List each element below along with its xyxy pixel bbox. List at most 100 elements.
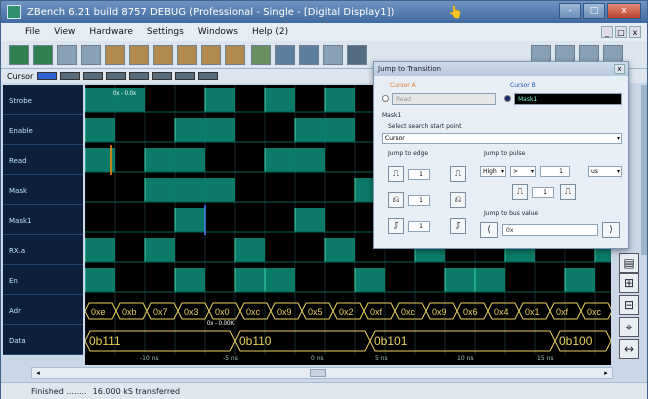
signal-name-mask[interactable]: Mask bbox=[3, 175, 83, 205]
time-tick: -10 ns bbox=[140, 355, 159, 362]
zoom-in-button[interactable] bbox=[251, 45, 271, 65]
expand-icon[interactable]: ⌖ bbox=[619, 317, 639, 337]
cursor-a-selector[interactable] bbox=[37, 72, 58, 80]
edge-button[interactable] bbox=[129, 45, 149, 65]
close-button[interactable]: x bbox=[607, 3, 641, 19]
adr-bus-value: 0x6 bbox=[463, 307, 478, 317]
signal-name-rxa[interactable]: RX.a bbox=[3, 235, 83, 265]
horizontal-scrollbar[interactable]: ◂ ▸ bbox=[31, 367, 613, 379]
cursor-tool-button[interactable] bbox=[323, 45, 343, 65]
cursor-b-radio[interactable] bbox=[504, 95, 511, 102]
signal-name-en[interactable]: En bbox=[3, 265, 83, 295]
menu-help[interactable]: Help (2) bbox=[252, 27, 288, 37]
menu-file[interactable]: File bbox=[25, 27, 40, 37]
fit-icon[interactable]: ↔ bbox=[619, 339, 639, 359]
cursor-a-signal-field[interactable]: Read bbox=[392, 93, 496, 105]
cursor-b-signal-field[interactable]: Mask1 bbox=[514, 93, 622, 105]
prev-any-edge-button[interactable]: ⎎ bbox=[388, 218, 404, 234]
prev-falling-edge-button[interactable]: ⎌ bbox=[388, 192, 404, 208]
signal-name-mask1[interactable]: Mask1 bbox=[3, 205, 83, 235]
cursor-g-selector[interactable] bbox=[175, 72, 196, 80]
export-button[interactable] bbox=[225, 45, 245, 65]
cursor-d-selector[interactable] bbox=[106, 72, 127, 80]
prev-pulse-button[interactable]: ⎍ bbox=[512, 184, 528, 200]
settings-button[interactable] bbox=[81, 45, 101, 65]
prev-rising-edge-button[interactable]: ⎍ bbox=[388, 166, 404, 182]
window-title: ZBench 6.21 build 8757 DEBUG (Profession… bbox=[27, 6, 395, 18]
zoom-out-icon[interactable]: ⊟ bbox=[619, 295, 639, 315]
edge-count-2[interactable]: 1 bbox=[408, 195, 430, 206]
minimize-button[interactable]: - bbox=[559, 3, 581, 19]
cursor-f-selector[interactable] bbox=[152, 72, 173, 80]
signal-name-enable[interactable]: Enable bbox=[3, 115, 83, 145]
scroll-right-icon[interactable]: ▸ bbox=[600, 368, 612, 378]
wave-high-segment bbox=[175, 208, 205, 232]
trigger-button[interactable] bbox=[105, 45, 125, 65]
next-any-edge-button[interactable]: ⎎ bbox=[450, 218, 466, 234]
pattern-button[interactable] bbox=[201, 45, 221, 65]
mdi-close-button[interactable]: x bbox=[629, 26, 641, 38]
adr-bus-value: 0x9 bbox=[432, 307, 447, 317]
cursor-b-selector[interactable] bbox=[60, 72, 81, 80]
time-tick: 10 ns bbox=[457, 355, 474, 362]
run-icon-button[interactable] bbox=[33, 45, 53, 65]
scroll-left-icon[interactable]: ◂ bbox=[32, 368, 44, 378]
search-start-dropdown[interactable]: Cursor bbox=[382, 133, 622, 144]
wave-high-segment bbox=[205, 88, 235, 112]
signal-name-strobe[interactable]: Strobe bbox=[3, 85, 83, 115]
prev-bus-value-button[interactable]: ⟨ bbox=[480, 222, 498, 238]
zoom-fit-button[interactable] bbox=[299, 45, 319, 65]
menu-settings[interactable]: Settings bbox=[147, 27, 184, 37]
wave-high-segment bbox=[265, 268, 295, 292]
data-bus-value: 0b110 bbox=[239, 334, 272, 348]
cursor-e-selector[interactable] bbox=[129, 72, 150, 80]
cursor-c-selector[interactable] bbox=[83, 72, 104, 80]
wave-high-segment bbox=[145, 148, 205, 172]
cursor-label: Cursor bbox=[7, 71, 34, 81]
pulse-unit-dropdown[interactable]: us bbox=[588, 166, 622, 177]
bus-button[interactable] bbox=[177, 45, 197, 65]
next-falling-edge-button[interactable]: ⎌ bbox=[450, 192, 466, 208]
bus-value-field[interactable]: 0x bbox=[502, 224, 598, 236]
wave-high-segment bbox=[475, 268, 505, 292]
dialog-title: Jump to Transition bbox=[374, 62, 628, 76]
bookmark-icon[interactable]: ▤ bbox=[619, 253, 639, 273]
pulse-value-spinner[interactable]: 1 bbox=[540, 166, 570, 177]
adr-bus-value: 0xf bbox=[556, 307, 569, 317]
pulse-operator-dropdown[interactable]: > bbox=[510, 166, 536, 177]
vertical-tab-strip[interactable] bbox=[641, 85, 647, 255]
edge-count-1[interactable]: 1 bbox=[408, 169, 430, 180]
time-scale: -10 ns -5 ns 0 ns 5 ns 10 ns 15 ns bbox=[85, 355, 611, 365]
menu-view[interactable]: View bbox=[54, 27, 75, 37]
menu-windows[interactable]: Windows bbox=[198, 27, 238, 37]
signal-name-adr[interactable]: Adr bbox=[3, 295, 83, 325]
marker-button[interactable] bbox=[347, 45, 367, 65]
pulse-button[interactable] bbox=[153, 45, 173, 65]
pulse-count-spinner[interactable]: 1 bbox=[532, 187, 554, 198]
cursor-a-radio[interactable] bbox=[382, 95, 389, 102]
adr-bus-value: 0x9 bbox=[277, 307, 292, 317]
window-controls: - □ x bbox=[557, 3, 641, 19]
pulse-level-dropdown[interactable]: High bbox=[480, 166, 506, 177]
next-rising-edge-button[interactable]: ⎍ bbox=[450, 166, 466, 182]
dialog-close-button[interactable]: x bbox=[614, 64, 625, 74]
stop-button[interactable] bbox=[57, 45, 77, 65]
mdi-minimize-button[interactable]: _ bbox=[601, 26, 613, 38]
next-pulse-button[interactable]: ⎍ bbox=[560, 184, 576, 200]
zoom-out-button[interactable] bbox=[275, 45, 295, 65]
scroll-thumb[interactable] bbox=[310, 369, 326, 377]
edge-count-3[interactable]: 1 bbox=[408, 221, 430, 232]
menu-hardware[interactable]: Hardware bbox=[89, 27, 132, 37]
jump-pulse-label: Jump to pulse bbox=[484, 150, 526, 157]
cursor-h-selector[interactable] bbox=[198, 72, 219, 80]
signal-name-data[interactable]: Data bbox=[3, 325, 83, 355]
annotation-top: 0x - 0.0x bbox=[113, 91, 136, 97]
mdi-restore-button[interactable]: □ bbox=[615, 26, 627, 38]
wave-high-segment bbox=[85, 118, 115, 142]
wave-high-segment bbox=[295, 118, 355, 142]
start-capture-button[interactable] bbox=[9, 45, 29, 65]
zoom-in-icon[interactable]: ⊞ bbox=[619, 273, 639, 293]
maximize-button[interactable]: □ bbox=[583, 3, 605, 19]
signal-name-read[interactable]: Read bbox=[3, 145, 83, 175]
next-bus-value-button[interactable]: ⟩ bbox=[602, 222, 620, 238]
